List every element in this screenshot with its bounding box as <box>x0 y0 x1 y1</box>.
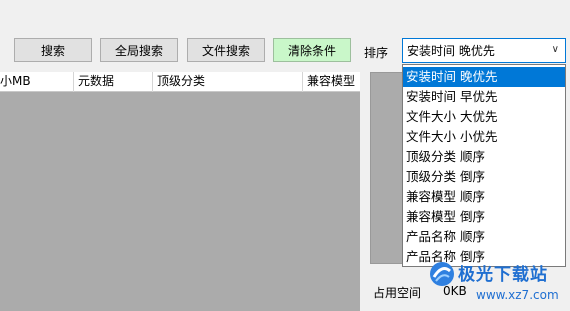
sort-label: 排序 <box>364 46 389 60</box>
table-body[interactable] <box>0 92 360 311</box>
sort-option[interactable]: 产品名称 顺序 <box>403 227 565 247</box>
sort-option[interactable]: 文件大小 大优先 <box>403 107 565 127</box>
aurora-logo-icon <box>430 262 454 286</box>
sort-select[interactable]: 安装时间 晚优先 ∨ <box>402 38 566 63</box>
sort-option[interactable]: 兼容模型 倒序 <box>403 207 565 227</box>
watermark-url: www.xz7.com <box>476 288 559 302</box>
search-button[interactable]: 搜索 <box>14 38 92 62</box>
chevron-down-icon[interactable]: ∨ <box>552 44 559 55</box>
file-search-button[interactable]: 文件搜索 <box>187 38 265 62</box>
space-used-label: 占用空间 <box>373 286 422 300</box>
sort-dropdown-list[interactable]: 安装时间 晚优先 安装时间 早优先 文件大小 大优先 文件大小 小优先 顶级分类… <box>402 64 566 267</box>
clear-conditions-button[interactable]: 清除条件 <box>273 38 351 62</box>
sort-option[interactable]: 兼容模型 顺序 <box>403 187 565 207</box>
sort-option[interactable]: 顶级分类 倒序 <box>403 167 565 187</box>
sort-option[interactable]: 文件大小 小优先 <box>403 127 565 147</box>
watermark: 极光下载站 www.xz7.com <box>426 258 570 311</box>
column-header-top-category[interactable]: 顶级分类 <box>153 72 303 92</box>
sort-option[interactable]: 顶级分类 顺序 <box>403 147 565 167</box>
sort-select-value: 安装时间 晚优先 <box>407 44 495 58</box>
sort-option[interactable]: 安装时间 晚优先 <box>403 67 565 87</box>
column-header-metadata[interactable]: 元数据 <box>74 72 153 92</box>
watermark-brand: 极光下载站 <box>458 265 548 285</box>
sort-option[interactable]: 安装时间 早优先 <box>403 87 565 107</box>
column-header-compatible-model[interactable]: 兼容模型 <box>303 72 360 92</box>
column-header-size[interactable]: 小MB <box>0 72 74 92</box>
table-header: 小MB 元数据 顶级分类 兼容模型 <box>0 72 360 92</box>
splitter[interactable] <box>360 72 363 311</box>
global-search-button[interactable]: 全局搜索 <box>100 38 178 62</box>
